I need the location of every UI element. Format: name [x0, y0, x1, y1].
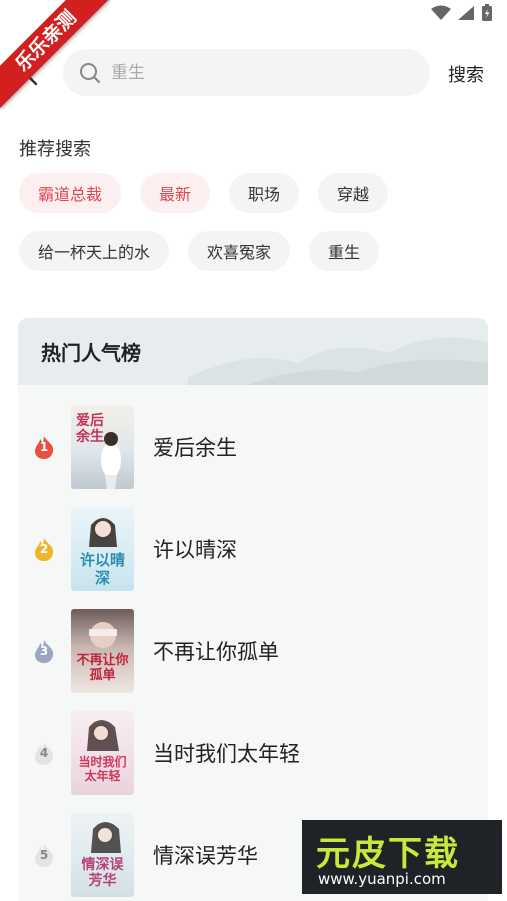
hot-list-header: 热门人气榜 [18, 318, 488, 385]
watermark-brand: 元皮下载 [316, 834, 460, 874]
book-cover-text: 情深误芳华 [81, 857, 124, 889]
battery-icon [482, 4, 492, 21]
book-cover-text: 当时我们太年轻 [78, 755, 127, 783]
book-cover-text: 爱后余生 [76, 413, 104, 445]
promo-ribbon: 乐乐亲测 [0, 0, 110, 110]
watermark-url: www.yuanpi.com [318, 870, 446, 888]
wifi-icon [431, 5, 451, 20]
book-cover[interactable]: 爱后余生 [71, 405, 134, 489]
rank-number: 2 [39, 542, 49, 556]
book-title: 当时我们太年轻 [153, 742, 300, 766]
book-cover-text: 许以晴深 [79, 551, 125, 587]
list-item[interactable]: 1 爱后余生 爱后余生 [18, 404, 488, 490]
rank-badge: 5 [31, 842, 57, 868]
book-cover[interactable]: 情深误芳华 [71, 813, 134, 897]
book-cover[interactable]: 不再让你孤单 [71, 609, 134, 693]
chip-tag[interactable]: 霸道总裁 [19, 173, 122, 213]
book-title: 许以晴深 [153, 538, 237, 562]
recommend-chips: 霸道总裁 最新 职场 穿越 给一杯天上的水 欢喜冤家 重生 [19, 173, 489, 271]
search-button[interactable]: 搜索 [448, 61, 484, 87]
chip-tag[interactable]: 最新 [140, 173, 211, 213]
rank-number: 1 [39, 440, 49, 454]
mountain-decor-icon [188, 337, 488, 385]
rank-number: 4 [39, 746, 49, 760]
chip-tag[interactable]: 欢喜冤家 [188, 231, 291, 271]
chip-tag[interactable]: 重生 [309, 231, 380, 271]
promo-ribbon-label: 乐乐亲测 [0, 0, 110, 109]
search-input[interactable] [111, 62, 391, 83]
chip-tag[interactable]: 穿越 [318, 173, 389, 213]
book-cover[interactable]: 许以晴深 [71, 507, 134, 591]
rank-number: 3 [39, 644, 49, 658]
rank-badge: 4 [31, 740, 57, 766]
book-title: 情深误芳华 [153, 844, 258, 868]
search-bar[interactable] [63, 49, 430, 96]
book-cover[interactable]: 当时我们太年轻 [71, 711, 134, 795]
book-cover-text: 不再让你孤单 [76, 653, 129, 683]
rank-badge: 1 [31, 434, 57, 460]
book-title: 爱后余生 [153, 436, 237, 460]
list-item[interactable]: 3 不再让你孤单 不再让你孤单 [18, 608, 488, 694]
rank-badge: 3 [31, 638, 57, 664]
signal-icon [458, 6, 474, 20]
list-item[interactable]: 4 当时我们太年轻 当时我们太年轻 [18, 710, 488, 796]
hot-list-card: 热门人气榜 1 爱后余生 爱后余生 2 许以晴深 许以晴深 3 不再让你孤单 不… [18, 318, 488, 901]
chip-tag[interactable]: 给一杯天上的水 [19, 231, 170, 271]
list-item[interactable]: 2 许以晴深 许以晴深 [18, 506, 488, 592]
book-title: 不再让你孤单 [153, 640, 279, 664]
rank-number: 5 [39, 848, 49, 862]
status-bar [431, 4, 493, 22]
recommend-title: 推荐搜索 [19, 139, 91, 160]
chip-tag[interactable]: 职场 [229, 173, 300, 213]
hot-list-title: 热门人气榜 [41, 341, 141, 365]
rank-badge: 2 [31, 536, 57, 562]
watermark-logo: 元皮下载 www.yuanpi.com [302, 820, 502, 894]
